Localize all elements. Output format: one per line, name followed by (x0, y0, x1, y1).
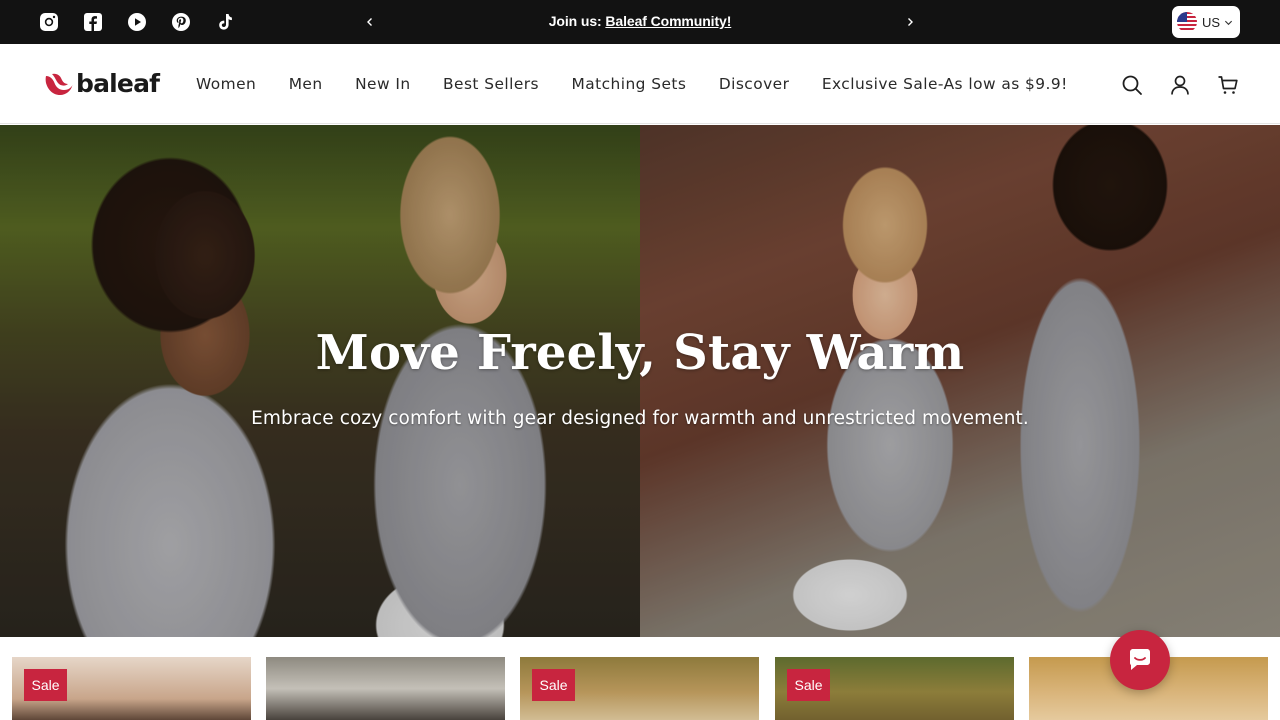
nav-new-in[interactable]: New In (355, 75, 410, 93)
announcement-text: Join us: Baleaf Community! (440, 13, 840, 29)
product-card[interactable]: Sale (520, 657, 759, 720)
account-button[interactable] (1168, 73, 1192, 97)
cart-icon (1218, 76, 1238, 94)
sale-badge: Sale (24, 669, 67, 701)
us-flag-icon (1177, 12, 1197, 32)
logo-text: baleaf (76, 69, 160, 98)
nav-women[interactable]: Women (196, 75, 256, 93)
cart-button[interactable] (1216, 73, 1240, 97)
baleaf-logo[interactable]: baleaf (44, 69, 160, 98)
nav-matching-sets[interactable]: Matching Sets (572, 75, 687, 93)
leaf-logo-icon (45, 73, 73, 95)
tiktok-icon[interactable] (214, 11, 236, 33)
hero-subtitle: Embrace cozy comfort with gear designed … (251, 408, 1029, 429)
facebook-icon[interactable] (82, 11, 104, 33)
product-card[interactable]: Sale (775, 657, 1014, 720)
announcement-prev-button[interactable] (360, 12, 380, 32)
youtube-icon[interactable] (126, 11, 148, 33)
nav-discover[interactable]: Discover (719, 75, 790, 93)
hero-overlay (0, 125, 1280, 637)
social-links (38, 11, 258, 33)
search-button[interactable] (1120, 73, 1144, 97)
announcement-next-button[interactable] (900, 12, 920, 32)
sale-badge: Sale (787, 669, 830, 701)
announcement-prefix: Join us: (548, 13, 602, 29)
country-code: US (1202, 14, 1221, 30)
community-link[interactable]: Baleaf Community! (605, 13, 731, 29)
chevron-right-icon (908, 18, 913, 26)
chat-icon (1130, 649, 1150, 670)
account-icon (1171, 75, 1189, 95)
hero-title: Move Freely, Stay Warm (315, 325, 965, 381)
main-nav: Women Men New In Best Sellers Matching S… (196, 75, 1100, 93)
nav-men[interactable]: Men (289, 75, 323, 93)
site-header: baleaf Women Men New In Best Sellers Mat… (0, 44, 1280, 124)
product-row: Sale Sale Sale (0, 637, 1280, 720)
chevron-down-icon (1225, 20, 1233, 25)
pinterest-icon[interactable] (170, 11, 192, 33)
instagram-icon[interactable] (38, 11, 60, 33)
chevron-left-icon (367, 18, 372, 26)
search-icon (1122, 75, 1142, 95)
chat-button[interactable] (1110, 630, 1170, 690)
sale-badge: Sale (532, 669, 575, 701)
announcement-bar: Join us: Baleaf Community! US (0, 0, 1280, 44)
country-selector[interactable]: US (1172, 6, 1240, 38)
nav-exclusive-sale[interactable]: Exclusive Sale-As low as $9.9! (822, 75, 1068, 93)
product-card[interactable] (266, 657, 505, 720)
nav-best-sellers[interactable]: Best Sellers (443, 75, 539, 93)
hero-banner[interactable]: Move Freely, Stay Warm Embrace cozy comf… (0, 125, 1280, 637)
product-card[interactable]: Sale (12, 657, 251, 720)
